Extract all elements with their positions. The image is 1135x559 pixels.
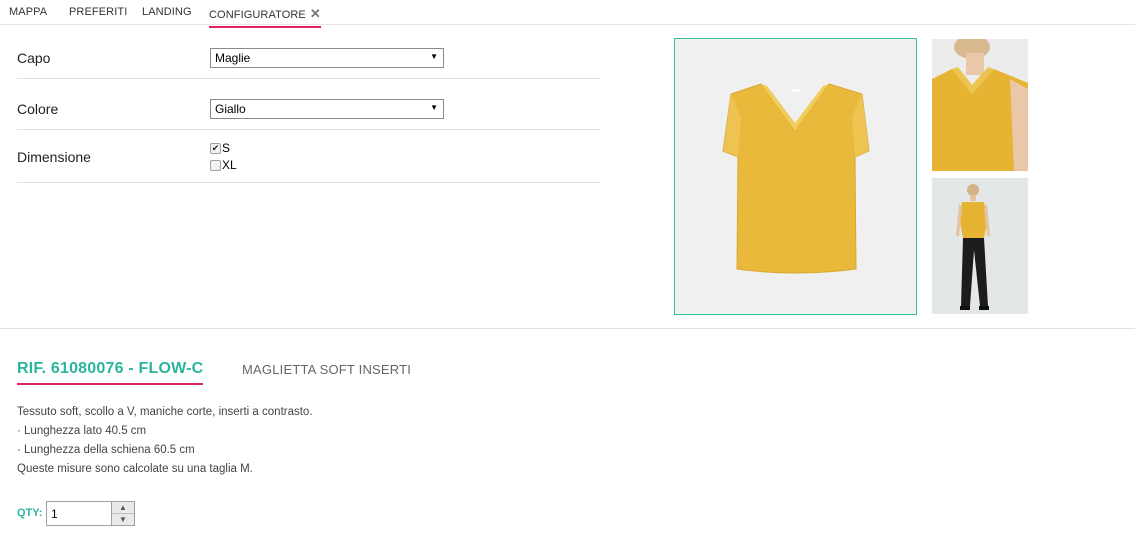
description-line: Tessuto soft, scollo a V, maniche corte,… [17,406,313,418]
model-closeup-image [932,35,1028,171]
size-s-option[interactable]: ✔ S [210,141,230,155]
capo-label: Capo [17,50,51,66]
thumbnail-full-body[interactable] [932,178,1028,314]
capo-select[interactable]: Maglie ▼ [210,48,444,68]
capo-select-value: Maglie [215,51,251,65]
main-product-image[interactable] [674,38,917,315]
colore-select-value: Giallo [215,102,246,116]
tab-configuratore-label: CONFIGURATORE [209,9,306,21]
size-s-label: S [222,141,231,155]
quantity-input[interactable]: 1 [46,501,112,526]
dropdown-arrow-icon: ▼ [430,103,438,112]
product-description: Tessuto soft, scollo a V, maniche corte,… [17,403,313,479]
tab-mappa[interactable]: MAPPA [9,6,47,18]
close-icon[interactable]: ✕ [310,6,321,21]
quantity-stepper[interactable]: ▲ ▼ [111,501,135,526]
size-xl-checkbox[interactable] [210,159,221,171]
dimensione-row: Dimensione ✔ S XL [17,130,601,183]
colore-select[interactable]: Giallo ▼ [210,99,444,119]
increment-icon[interactable]: ▲ [112,502,134,514]
dropdown-arrow-icon: ▼ [430,52,438,61]
size-xl-option[interactable]: XL [210,158,237,172]
tab-configuratore[interactable]: CONFIGURATORE ✕ [209,6,321,28]
product-reference: RIF. 61080076 - FLOW-C [17,360,204,385]
description-line: Queste misure sono calcolate su una tagl… [17,463,253,475]
thumbnail-closeup[interactable] [932,35,1028,171]
colore-row: Colore Giallo ▼ [17,79,601,130]
capo-row: Capo Maglie ▼ [17,38,601,79]
colore-label: Colore [17,101,59,117]
tab-preferiti[interactable]: PREFERITI [69,6,127,18]
description-line: · Lunghezza della schiena 60.5 cm [17,444,195,456]
dimensione-label: Dimensione [17,149,91,165]
size-xl-label: XL [222,158,237,172]
model-full-body-image [932,178,1028,314]
tab-landing[interactable]: LANDING [142,6,192,18]
tab-bar: MAPPA PREFERITI LANDING CONFIGURATORE ✕ [0,0,1135,28]
section-divider [0,328,1135,329]
size-s-checkbox[interactable]: ✔ [210,142,221,154]
qty-label: QTY: [17,507,43,519]
decrement-icon[interactable]: ▼ [112,514,134,526]
description-line: · Lunghezza lato 40.5 cm [17,425,147,437]
t-shirt-image [722,83,870,274]
product-name: MAGLIETTA SOFT INSERTI [242,362,412,377]
